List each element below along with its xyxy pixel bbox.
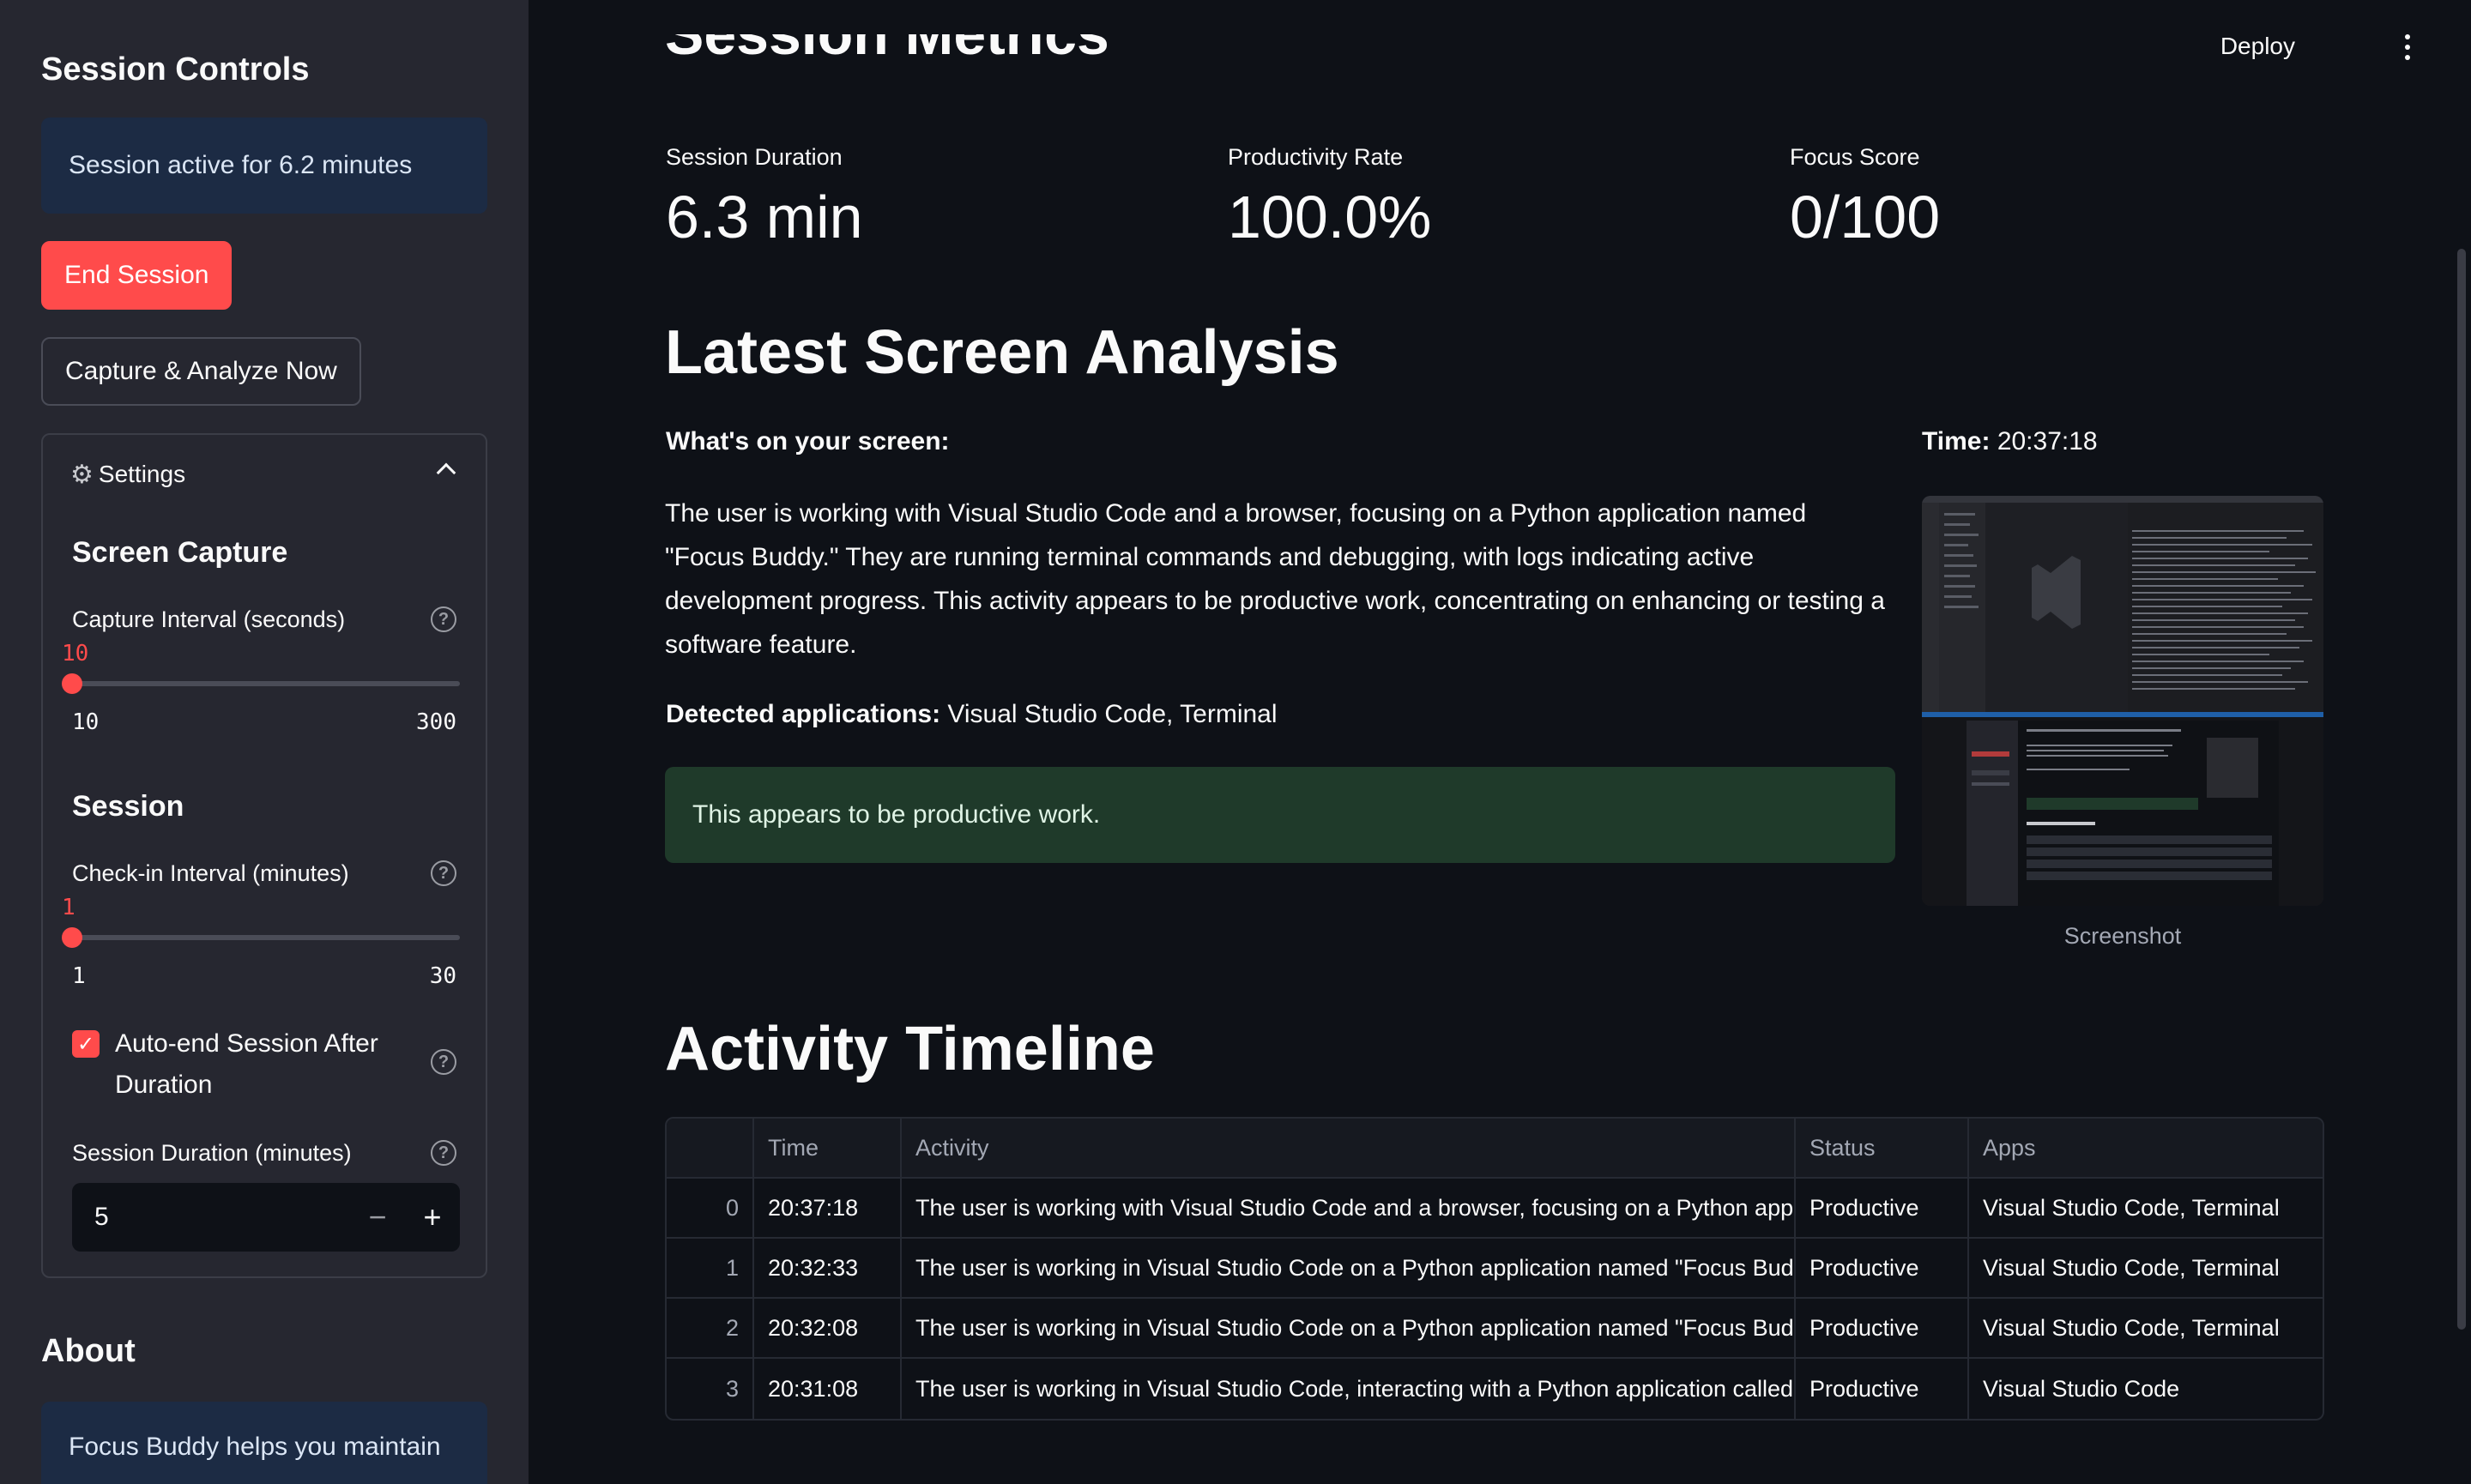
metric-value: 6.3 min: [666, 184, 863, 250]
column-header-status[interactable]: Status: [1796, 1119, 1969, 1177]
checkin-interval-slider[interactable]: [72, 935, 460, 940]
activity-table[interactable]: Time Activity Status Apps 0 20:37:18 The…: [665, 1117, 2324, 1421]
metric-value: 0/100: [1790, 184, 1941, 250]
checkin-interval-min: 1: [72, 963, 86, 989]
session-duration-input[interactable]: 5 − +: [72, 1183, 460, 1252]
deploy-button[interactable]: Deploy: [2220, 33, 2295, 60]
table-row[interactable]: 1 20:32:33 The user is working in Visual…: [667, 1239, 2323, 1299]
column-header-apps[interactable]: Apps: [1969, 1119, 2323, 1177]
table-header-row: Time Activity Status Apps: [667, 1119, 2323, 1179]
session-duration-value[interactable]: 5: [72, 1203, 350, 1232]
capture-analyze-button[interactable]: Capture & Analyze Now: [41, 337, 361, 406]
metric-session-duration: Session Duration 6.3 min: [666, 144, 863, 251]
decrement-button[interactable]: −: [350, 1199, 405, 1235]
checkin-interval-value: 1: [62, 895, 76, 920]
sidebar-title: Session Controls: [41, 51, 310, 87]
row-index: 3: [667, 1359, 754, 1419]
detected-apps-value: Visual Studio Code, Terminal: [947, 700, 1278, 728]
activity-cell[interactable]: The user is working in Visual Studio Cod…: [902, 1359, 1796, 1419]
increment-button[interactable]: +: [405, 1199, 460, 1235]
latest-analysis-heading: Latest Screen Analysis: [665, 318, 1339, 387]
time-cell[interactable]: 20:37:18: [754, 1179, 902, 1237]
settings-expander-label: Settings: [98, 461, 186, 487]
detected-apps: Detected applications: Visual Studio Cod…: [666, 700, 1278, 729]
capture-interval-slider-thumb[interactable]: [62, 673, 82, 694]
column-header-index[interactable]: [667, 1119, 754, 1177]
about-heading: About: [41, 1333, 136, 1369]
screen-label: What's on your screen:: [666, 427, 950, 455]
analysis-description: The user is working with Visual Studio C…: [665, 499, 1885, 659]
row-index: 0: [667, 1179, 754, 1237]
help-icon[interactable]: ?: [431, 606, 456, 632]
help-icon[interactable]: ?: [431, 860, 456, 886]
screenshot-thumbnail[interactable]: [1922, 496, 2323, 906]
session-duration-label: Session Duration (minutes): [72, 1140, 352, 1166]
capture-interval-value: 10: [62, 641, 89, 667]
table-row[interactable]: 3 20:31:08 The user is working in Visual…: [667, 1359, 2323, 1419]
checkin-interval-slider-thumb[interactable]: [62, 927, 82, 948]
activity-timeline-heading: Activity Timeline: [665, 1015, 1155, 1083]
session-settings-heading: Session: [72, 790, 184, 823]
metric-label: Focus Score: [1790, 144, 1920, 170]
activity-cell[interactable]: The user is working in Visual Studio Cod…: [902, 1299, 1796, 1357]
settings-expander: ⚙ Settings Screen Capture Capture Interv…: [41, 433, 487, 1278]
app-root: Session Controls Session active for 6.2 …: [0, 0, 2471, 1484]
activity-cell[interactable]: The user is working in Visual Studio Cod…: [902, 1239, 1796, 1297]
column-header-time[interactable]: Time: [754, 1119, 902, 1177]
about-info: Focus Buddy helps you maintain: [41, 1402, 487, 1484]
checkin-interval-max: 30: [429, 963, 456, 989]
analysis-time-label: Time:: [1922, 427, 1991, 455]
analysis-time-value: 20:37:18: [1997, 427, 2098, 455]
time-cell[interactable]: 20:32:33: [754, 1239, 902, 1297]
help-icon[interactable]: ?: [431, 1140, 456, 1166]
row-index: 1: [667, 1239, 754, 1297]
apps-cell[interactable]: Visual Studio Code: [1969, 1359, 2323, 1419]
screenshot-image: [1922, 496, 2323, 906]
gear-icon: ⚙: [70, 460, 94, 489]
auto-end-checkbox[interactable]: ✓: [72, 1030, 100, 1058]
status-cell[interactable]: Productive: [1796, 1359, 1969, 1419]
auto-end-label: Auto-end Session After Duration: [115, 1029, 378, 1099]
chevron-up-icon[interactable]: [436, 462, 456, 483]
column-header-activity[interactable]: Activity: [902, 1119, 1796, 1177]
apps-cell[interactable]: Visual Studio Code, Terminal: [1969, 1239, 2323, 1297]
help-icon[interactable]: ?: [431, 1049, 456, 1075]
detected-apps-label: Detected applications:: [666, 700, 941, 728]
metric-label: Session Duration: [666, 144, 843, 170]
time-cell[interactable]: 20:31:08: [754, 1359, 902, 1419]
screen-capture-heading: Screen Capture: [72, 536, 288, 569]
session-status-info: Session active for 6.2 minutes: [41, 118, 487, 214]
capture-interval-min: 10: [72, 709, 100, 735]
productive-verdict-alert: This appears to be productive work.: [665, 767, 1895, 863]
apps-cell[interactable]: Visual Studio Code, Terminal: [1969, 1299, 2323, 1357]
status-cell[interactable]: Productive: [1796, 1239, 1969, 1297]
metric-focus-score: Focus Score 0/100: [1790, 144, 1940, 251]
capture-interval-label: Capture Interval (seconds): [72, 606, 346, 632]
capture-interval-slider[interactable]: [72, 681, 460, 686]
checkin-interval-label: Check-in Interval (minutes): [72, 860, 349, 886]
table-row[interactable]: 2 20:32:08 The user is working in Visual…: [667, 1299, 2323, 1359]
metric-productivity-rate: Productivity Rate 100.0%: [1228, 144, 1431, 251]
table-row[interactable]: 0 20:37:18 The user is working with Visu…: [667, 1179, 2323, 1239]
settings-expander-header[interactable]: ⚙ Settings: [43, 435, 486, 514]
metric-label: Productivity Rate: [1228, 144, 1404, 170]
more-vertical-icon[interactable]: [2404, 34, 2411, 60]
activity-cell[interactable]: The user is working with Visual Studio C…: [902, 1179, 1796, 1237]
session-metrics-heading: Session Metrics: [665, 34, 1109, 67]
time-cell[interactable]: 20:32:08: [754, 1299, 902, 1357]
apps-cell[interactable]: Visual Studio Code, Terminal: [1969, 1179, 2323, 1237]
status-cell[interactable]: Productive: [1796, 1179, 1969, 1237]
capture-interval-max: 300: [416, 709, 456, 735]
end-session-button[interactable]: End Session: [41, 241, 233, 310]
status-cell[interactable]: Productive: [1796, 1299, 1969, 1357]
screenshot-caption: Screenshot: [2063, 923, 2182, 949]
main-scrollbar[interactable]: [2457, 249, 2466, 1330]
row-index: 2: [667, 1299, 754, 1357]
metric-value: 100.0%: [1228, 184, 1432, 250]
sidebar: Session Controls Session active for 6.2 …: [0, 0, 529, 1484]
analysis-time: Time: 20:37:18: [1922, 427, 2098, 456]
